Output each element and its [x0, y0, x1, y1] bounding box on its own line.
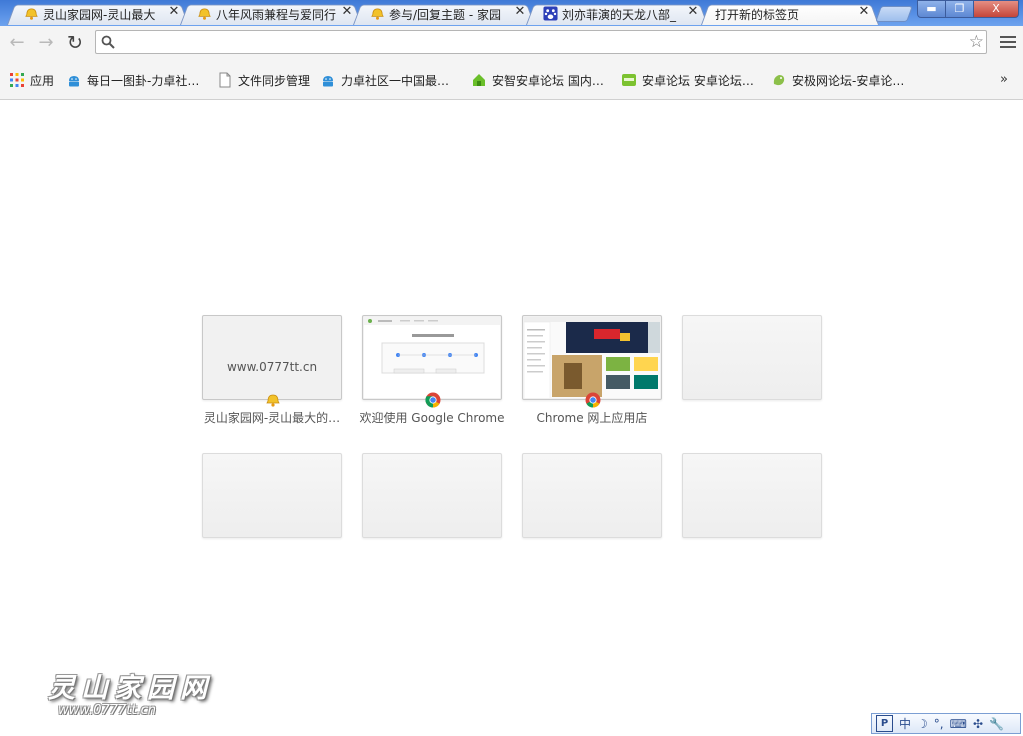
tab-title: 打开新的标签页: [715, 8, 800, 22]
baidu-paw-icon: [543, 6, 558, 21]
bookmark-item[interactable]: 安智安卓论坛 国内…: [471, 71, 604, 89]
tab-3[interactable]: 刘亦菲演的天龙八部_ ✕: [526, 2, 708, 25]
search-icon: [101, 35, 115, 49]
half-full-width-icon[interactable]: ☽: [917, 716, 928, 732]
tile-title[interactable]: Chrome 网上应用店: [517, 409, 667, 426]
bell-yellow-icon: [371, 8, 384, 20]
hamburger-icon: [1000, 41, 1016, 43]
webstore-thumbnail: [524, 317, 660, 398]
watermark-title: 灵山家园网: [48, 673, 213, 704]
tile-title[interactable]: 欢迎使用 Google Chrome: [357, 409, 507, 426]
bookmark-star-icon[interactable]: ☆: [969, 32, 984, 52]
minimize-button[interactable]: ▬: [917, 0, 946, 18]
tab-4-active[interactable]: 打开新的标签页 ✕: [701, 2, 879, 25]
bookmark-label: 应用: [30, 73, 55, 88]
close-icon[interactable]: ✕: [340, 5, 354, 19]
hamburger-icon: [1000, 36, 1016, 38]
omnibox-input[interactable]: [120, 33, 964, 53]
reload-button[interactable]: ↻: [63, 31, 87, 55]
bookmark-label: 安卓论坛 安卓论坛…: [642, 73, 754, 88]
bookmarks-overflow-button[interactable]: »: [1000, 72, 1008, 87]
tile-thumbnail-text: www.0777tt.cn: [226, 360, 318, 374]
tab-title: 八年风雨兼程与爱同行: [216, 8, 336, 22]
most-visited-tile-1[interactable]: [362, 315, 502, 408]
back-button[interactable]: ←: [5, 31, 29, 55]
tab-1[interactable]: 八年风雨兼程与爱同行 ✕: [180, 2, 362, 25]
most-visited-tile-2[interactable]: [522, 315, 662, 408]
bookmark-item[interactable]: 每日一图卦-力卓社…: [66, 71, 199, 89]
bell-yellow-icon: [266, 394, 280, 407]
most-visited-tile-empty: [522, 453, 662, 538]
ime-logo-icon[interactable]: P: [876, 715, 893, 732]
close-icon[interactable]: ✕: [167, 5, 181, 19]
bookmark-item[interactable]: 安卓论坛 安卓论坛…: [621, 71, 754, 89]
tab-0[interactable]: 灵山家园网-灵山最大 ✕: [7, 2, 189, 25]
bookmark-label: 安极网论坛-安卓论…: [792, 73, 905, 88]
window-close-button[interactable]: X: [973, 0, 1019, 18]
wrench-icon[interactable]: 🔧: [989, 716, 1004, 732]
chrome-icon: [585, 392, 601, 408]
restore-button[interactable]: ❐: [945, 0, 974, 18]
chrome-icon: [425, 392, 441, 408]
toolbar: ← → ↻ ☆: [0, 26, 1023, 60]
forward-button[interactable]: →: [34, 31, 58, 55]
tab-title: 灵山家园网-灵山最大: [43, 8, 156, 22]
site-watermark: 灵山家园网 www.0777tt.cn: [48, 666, 213, 718]
android-icon: [69, 76, 79, 87]
welcome-thumbnail: [364, 317, 500, 398]
omnibox[interactable]: ☆: [95, 30, 987, 54]
soft-keyboard-icon[interactable]: ⌨: [950, 716, 967, 732]
most-visited-tile-empty: [362, 453, 502, 538]
bookmark-apps[interactable]: 应用: [9, 71, 54, 89]
most-visited-tile-empty: [682, 453, 822, 538]
new-tab-button[interactable]: [875, 6, 913, 22]
tab-title: 参与/回复主题 - 家园: [389, 8, 502, 22]
tab-2[interactable]: 参与/回复主题 - 家园 ✕: [353, 2, 535, 25]
bell-yellow-icon: [198, 8, 211, 20]
bookmarks-bar: 应用 每日一图卦-力卓社… 文件同步管理 力卓社区一中国最… 安智安卓论坛 国内…: [0, 60, 1023, 100]
close-icon[interactable]: ✕: [857, 5, 871, 19]
anzhi-icon: [473, 74, 485, 86]
window-controls: ▬ ❐ X: [917, 0, 1019, 18]
android-icon: [323, 76, 333, 87]
chrome-menu-button[interactable]: [1000, 34, 1016, 50]
most-visited-tile-empty: [202, 453, 342, 538]
page-icon: [219, 72, 231, 88]
bookmark-label: 每日一图卦-力卓社…: [87, 73, 200, 88]
bookmark-label: 安智安卓论坛 国内…: [492, 73, 604, 88]
android-forum-icon: [622, 74, 636, 86]
tile-title[interactable]: 灵山家园网-灵山最大的…: [197, 409, 347, 426]
punctuation-icon[interactable]: °,: [934, 716, 944, 732]
most-visited-tile-0[interactable]: www.0777tt.cn: [202, 315, 342, 407]
ime-mode-toggle[interactable]: 中: [899, 716, 911, 732]
tab-title: 刘亦菲演的天龙八部_: [562, 8, 677, 22]
tab-strip: 灵山家园网-灵山最大 ✕ 八年风雨兼程与爱同行 ✕ 参与/回复主题 - 家园 ✕…: [0, 0, 1023, 26]
welcome-page-preview: [364, 317, 500, 374]
bell-yellow-icon: [25, 8, 38, 20]
close-icon[interactable]: ✕: [686, 5, 700, 19]
hamburger-icon: [1000, 46, 1016, 48]
webstore-page-preview: [524, 317, 660, 398]
bookmark-label: 力卓社区一中国最…: [341, 73, 450, 88]
bookmark-label: 文件同步管理: [238, 73, 311, 88]
bookmark-item[interactable]: 文件同步管理: [217, 71, 310, 89]
bookmark-item[interactable]: 安极网论坛-安卓论…: [771, 71, 904, 89]
ime-menu-icon[interactable]: ✣: [973, 716, 983, 732]
close-icon[interactable]: ✕: [513, 5, 527, 19]
ime-toolbar[interactable]: P 中 ☽ °, ⌨ ✣ 🔧: [871, 713, 1021, 734]
anji-icon: [773, 75, 785, 86]
watermark-url: www.0777tt.cn: [58, 703, 156, 718]
apps-grid-icon: [10, 73, 24, 87]
most-visited-tile-empty: [682, 315, 822, 400]
bookmark-item[interactable]: 力卓社区一中国最…: [320, 71, 449, 89]
